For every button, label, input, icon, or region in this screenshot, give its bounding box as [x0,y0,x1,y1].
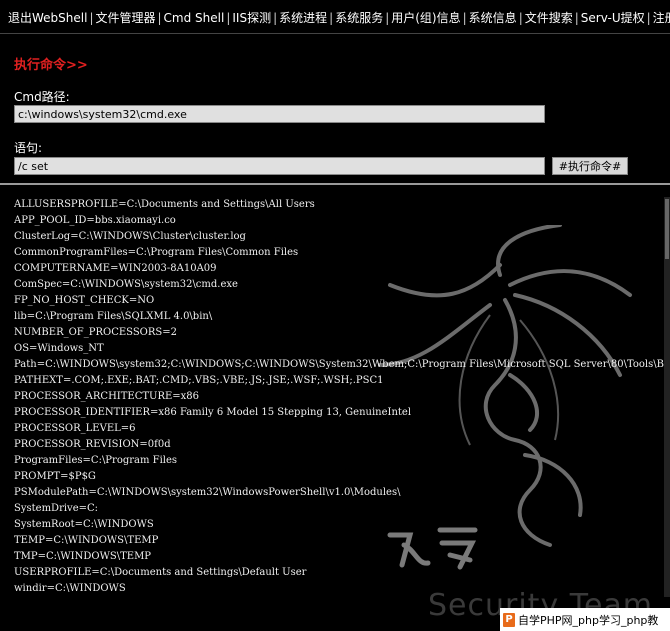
nav-link[interactable]: Serv-U提权 [581,11,645,25]
cmd-path-label: Cmd路径: [14,90,70,104]
section-title: 执行命令>> [14,58,88,73]
output-line: ClusterLog=C:\WINDOWS\Cluster\cluster.lo… [14,231,246,242]
nav-link[interactable]: 系统进程 [279,11,327,25]
php-logo-icon: P [503,612,515,627]
output-line: OS=Windows_NT [14,343,104,354]
statement-input[interactable] [14,157,545,175]
nav-link[interactable]: IIS探测 [232,11,271,25]
output-line: PSModulePath=C:\WINDOWS\system32\Windows… [14,487,401,498]
nav-link[interactable]: 系统信息 [469,11,517,25]
output-line: APP_POOL_ID=bbs.xiaomayi.co [14,215,176,226]
output-line: SystemRoot=C:\WINDOWS [14,519,154,530]
badge-text: 自学PHP网_php学习_php教 [518,613,659,627]
nav-link[interactable]: Cmd Shell [164,11,225,25]
nav-separator: | [462,11,467,25]
output-line: Path=C:\WINDOWS\system32;C:\WINDOWS;C:\W… [14,359,668,370]
nav-separator: | [273,11,278,25]
output-line: COMPUTERNAME=WIN2003-8A10A09 [14,263,217,274]
output-scrollbar[interactable] [664,197,670,597]
output-line: FP_NO_HOST_CHECK=NO [14,295,155,306]
top-navigation-bar: 退出WebShell | 文件管理器 | Cmd Shell | IIS探测 | 系统进程 | 系统… [0,0,670,34]
output-line: TMP=C:\WINDOWS\TEMP [14,551,152,562]
output-line: PROMPT=$P$G [14,471,96,482]
output-line: ComSpec=C:\WINDOWS\system32\cmd.exe [14,279,238,290]
nav-separator: | [518,11,523,25]
nav-link[interactable]: 系统服务 [335,11,383,25]
output-line: NUMBER_OF_PROCESSORS=2 [14,327,177,338]
scrollbar-thumb[interactable] [665,199,669,259]
nav-separator: | [646,11,651,25]
nav-link[interactable]: 文件管理器 [95,11,155,25]
output-line: PROCESSOR_LEVEL=6 [14,423,136,434]
nav-separator: | [157,11,162,25]
php-site-badge[interactable]: P 自学PHP网_php学习_php教 [500,608,670,631]
nav-link[interactable]: 注册 [653,11,670,25]
output-line: CommonProgramFiles=C:\Program Files\Comm… [14,247,299,258]
output-line: lib=C:\Program Files\SQLXML 4.0\bin\ [14,311,213,322]
output-line: windir=C:\WINDOWS [14,583,126,594]
nav-separator: | [329,11,334,25]
nav-link[interactable]: 文件搜索 [525,11,573,25]
cmd-path-input[interactable] [14,105,545,123]
execute-command-button[interactable]: #执行命令# [552,157,628,175]
divider [0,183,670,185]
nav-links: 退出WebShell | 文件管理器 | Cmd Shell | IIS探测 | 系统进程 | 系统… [8,9,670,26]
output-line: PROCESSOR_IDENTIFIER=x86 Family 6 Model … [14,407,412,418]
nav-separator: | [574,11,579,25]
output-line: TEMP=C:\WINDOWS\TEMP [14,535,159,546]
output-line: PATHEXT=.COM;.EXE;.BAT;.CMD;.VBS;.VBE;.J… [14,375,384,386]
statement-label: 语句: [14,141,43,155]
output-line: PROCESSOR_ARCHITECTURE=x86 [14,391,200,402]
output-line: USERPROFILE=C:\Documents and Settings\De… [14,567,307,578]
output-line: PROCESSOR_REVISION=0f0d [14,439,171,450]
nav-link[interactable]: 用户(组)信息 [391,11,460,25]
output-line: ALLUSERSPROFILE=C:\Documents and Setting… [14,199,315,210]
nav-link[interactable]: 退出WebShell [8,11,87,25]
output-line: SystemDrive=C: [14,503,99,514]
command-output: ALLUSERSPROFILE=C:\Documents and Setting… [14,197,670,597]
output-line: ProgramFiles=C:\Program Files [14,455,178,466]
